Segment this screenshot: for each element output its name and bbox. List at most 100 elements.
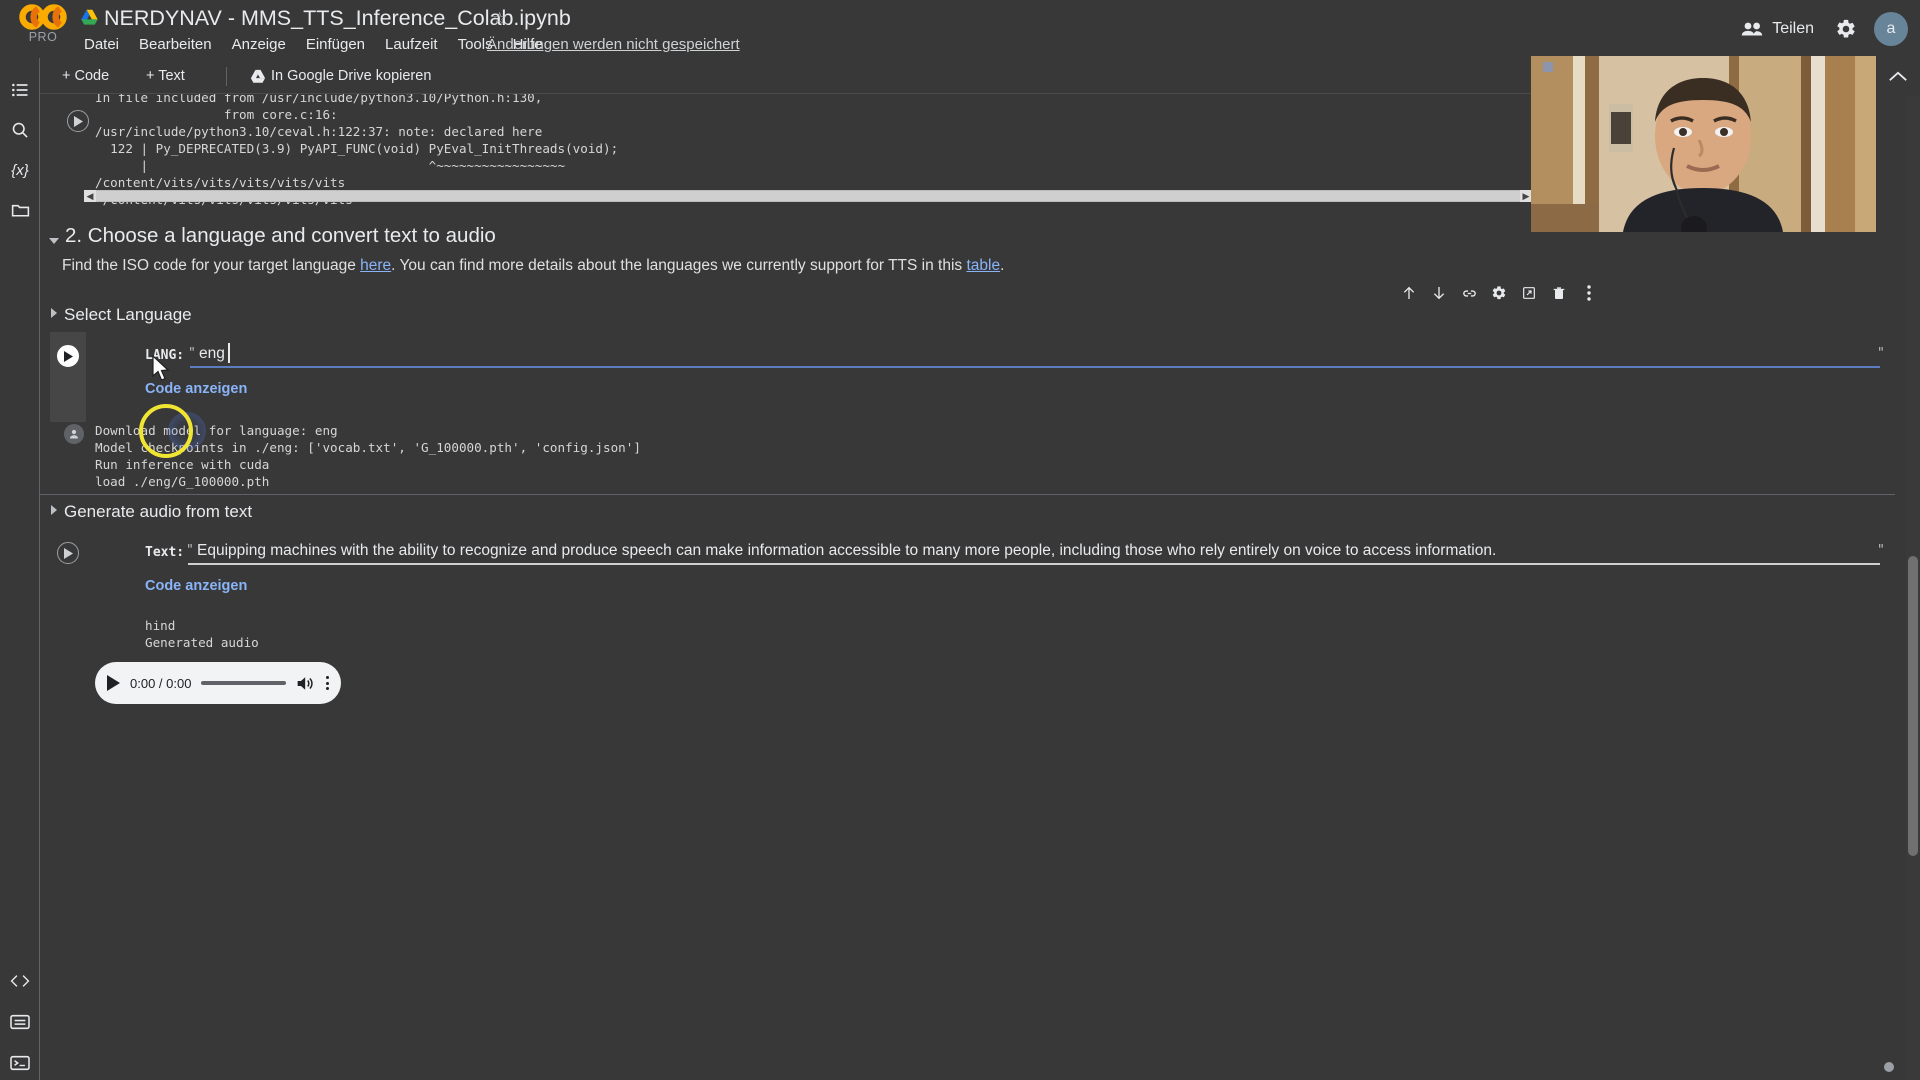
menu-item-bearbeiten[interactable]: Bearbeiten: [129, 34, 222, 56]
sidebar-item-variables[interactable]: {x}: [4, 154, 36, 186]
play-triangle-icon: [73, 115, 83, 127]
sidebar-item-toc[interactable]: [4, 74, 36, 106]
audio-progress-track[interactable]: [201, 681, 286, 685]
search-icon: [12, 122, 28, 138]
build-output-line-2: /usr/include/python3.10/ceval.h:122:37: …: [95, 124, 543, 139]
select-language-heading: Select Language: [64, 305, 192, 324]
move-cell-up-button[interactable]: [1396, 280, 1422, 306]
select-language-output-line-0: Download model for language: eng: [95, 423, 338, 438]
page-scroll-thumb[interactable]: [1908, 556, 1918, 856]
output-horizontal-scrollbar[interactable]: ◀ ▶: [84, 190, 1532, 202]
lang-input-underline: [190, 366, 1880, 368]
webcam-collapse-button[interactable]: [1876, 56, 1920, 96]
more-cell-actions-button[interactable]: [1576, 280, 1602, 306]
cell-action-toolbar: [1396, 280, 1602, 306]
scroll-left-arrow-icon[interactable]: ◀: [84, 190, 96, 202]
text-value[interactable]: Equipping machines with the ability to r…: [197, 542, 1496, 560]
generate-audio-output-line-0: hind: [145, 618, 176, 633]
sidebar-item-terminal[interactable]: [4, 1047, 36, 1079]
copy-cell-link-button[interactable]: [1456, 280, 1482, 306]
section2-paragraph: Find the ISO code for your target langua…: [62, 257, 1004, 275]
select-language-output-line-2: Run inference with cuda: [95, 457, 270, 472]
chevron-up-icon: [1889, 71, 1907, 81]
lang-value[interactable]: eng: [199, 345, 225, 363]
run-cell-gutter: [60, 110, 96, 132]
status-indicator-dot: [1884, 1062, 1894, 1072]
table-of-contents-icon: [12, 83, 28, 97]
add-text-cell-button[interactable]: + Text: [138, 63, 193, 89]
build-output-line-1: from core.c:16:: [95, 107, 338, 122]
select-language-output: Download model for language: eng Model c…: [50, 422, 1895, 502]
sidebar-item-files[interactable]: [4, 194, 36, 226]
colab-logo[interactable]: PRO: [12, 2, 74, 50]
audio-player[interactable]: 0:00 / 0:00: [95, 662, 341, 704]
command-palette-icon: [10, 1014, 30, 1030]
run-cell-icon: [57, 345, 79, 367]
cell-divider: [40, 494, 1895, 495]
settings-button[interactable]: [1826, 9, 1866, 49]
menu-item-laufzeit[interactable]: Laufzeit: [375, 34, 448, 56]
save-status[interactable]: Änderungen werden nicht gespeichert: [487, 34, 740, 56]
show-code-link-generate-audio[interactable]: Code anzeigen: [145, 578, 247, 594]
lang-quote-close: ": [1877, 346, 1885, 361]
sidebar-item-command-palette[interactable]: [4, 1006, 36, 1038]
table-link[interactable]: table: [966, 257, 1000, 274]
gear-icon: [1492, 286, 1506, 300]
sidebar-item-search[interactable]: [4, 114, 36, 146]
audio-time: 0:00 / 0:00: [130, 675, 192, 691]
google-drive-icon: [81, 9, 98, 25]
share-button[interactable]: Teilen: [1729, 13, 1826, 45]
google-drive-icon: [250, 69, 266, 83]
pro-badge: PRO: [28, 30, 58, 44]
select-language-output-line-3: load ./eng/G_100000.pth: [95, 474, 270, 489]
volume-up-icon[interactable]: [296, 675, 316, 692]
copy-to-drive-button[interactable]: In Google Drive kopieren: [242, 63, 439, 89]
star-outline-icon[interactable]: ☆: [492, 9, 507, 29]
delete-cell-button[interactable]: [1546, 280, 1572, 306]
menu-item-datei[interactable]: Datei: [74, 34, 129, 56]
terminal-icon: [10, 1055, 30, 1071]
build-output-line-5: /content/vits/vits/vits/vits/vits: [95, 175, 346, 190]
webcam-overlay[interactable]: [1531, 56, 1876, 232]
text-field-label: Text:: [145, 545, 185, 560]
colab-logo-icon: [19, 4, 67, 30]
cell-settings-button[interactable]: [1486, 280, 1512, 306]
move-cell-up-icon: [1403, 286, 1415, 299]
output-horizontal-scroll-thumb[interactable]: [96, 191, 1520, 201]
open-in-new-tab-button[interactable]: [1516, 280, 1542, 306]
people-icon: [1741, 22, 1763, 36]
here-link[interactable]: here: [360, 257, 391, 274]
generate-audio-collapse-toggle[interactable]: [51, 505, 57, 515]
build-output-line-3: 122 | Py_DEPRECATED(3.9) PyAPI_FUNC(void…: [95, 141, 619, 156]
avatar[interactable]: a: [1874, 12, 1908, 46]
sidebar-item-code-snippets[interactable]: [4, 965, 36, 997]
show-code-link-select-language[interactable]: Code anzeigen: [145, 381, 247, 397]
toolbar-divider: [226, 67, 227, 86]
move-cell-down-icon: [1433, 287, 1445, 300]
page-vertical-scrollbar[interactable]: [1906, 94, 1920, 1080]
run-select-language-button[interactable]: [57, 345, 79, 367]
lang-field-label: LANG:: [145, 348, 185, 363]
text-quote-close: ": [1877, 543, 1885, 558]
left-rail: {x}: [0, 58, 40, 1080]
more-vert-icon[interactable]: [326, 676, 329, 690]
select-language-collapse-toggle[interactable]: [51, 308, 57, 318]
section2-collapse-toggle[interactable]: [49, 238, 59, 244]
paragraph-part3: .: [1000, 257, 1005, 274]
add-code-cell-button[interactable]: + Code: [54, 63, 117, 89]
run-cell-icon: [57, 542, 79, 564]
top-bar: PRO NERDYNAV - MMS_TTS_Inference_Colab.i…: [0, 0, 1920, 58]
menu-bar: Datei Bearbeiten Anzeige Einfügen Laufze…: [74, 34, 553, 56]
trash-icon: [1553, 287, 1565, 299]
play-icon[interactable]: [107, 675, 120, 691]
text-input-underline: [188, 563, 1880, 565]
play-triangle-icon: [63, 350, 73, 362]
menu-item-anzeige[interactable]: Anzeige: [222, 34, 296, 56]
run-generate-audio-button[interactable]: [57, 542, 79, 564]
folder-icon: [11, 204, 29, 217]
move-cell-down-button[interactable]: [1426, 280, 1452, 306]
menu-item-einfuegen[interactable]: Einfügen: [296, 34, 375, 56]
generate-audio-form-cell: Text: " Equipping machines with the abil…: [50, 529, 1895, 619]
run-cell-icon[interactable]: [67, 110, 89, 132]
play-triangle-icon: [63, 547, 73, 559]
